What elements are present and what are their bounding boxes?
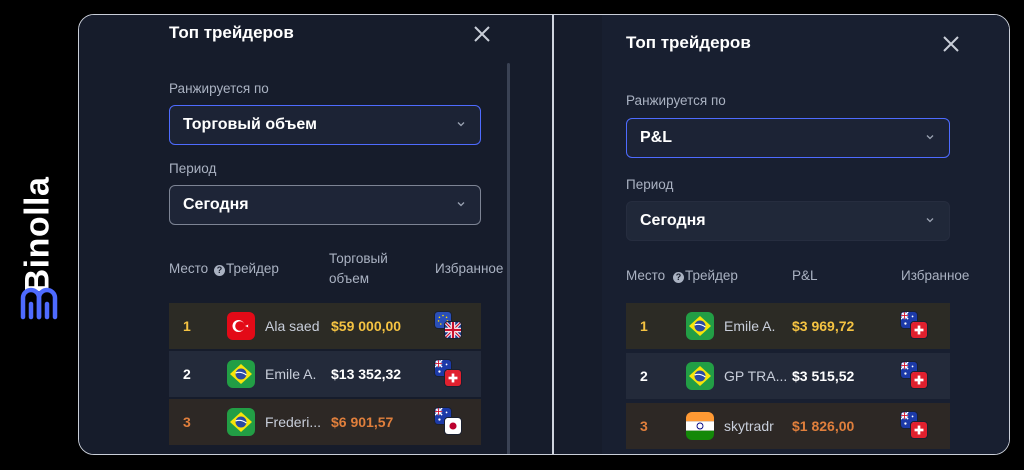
trader-name[interactable]: Emile A. [265,366,316,382]
place-number: 1 [183,318,191,334]
leaderboard-row[interactable]: 1 Emile A. $3 969,72 [626,303,950,349]
place-number: 2 [640,368,648,384]
leaderboard-row[interactable]: 3 Frederi... $6 901,57 [169,399,481,445]
period-value: Сегодня [183,196,249,213]
favorite-pair-icon[interactable] [900,361,930,391]
chevron-down-icon [925,132,935,142]
trader-value: $3 969,72 [792,318,855,334]
ranked-by-label: Ранжируется по [169,81,269,96]
place-number: 1 [640,318,648,334]
period-label: Период [169,161,217,176]
trader-value: $6 901,57 [331,414,394,430]
ch-flag-icon [910,371,928,389]
column-header-favorites: Избранное [435,261,504,276]
top-traders-panel-volume: Топ трейдеров Ранжируется по Торговый об… [79,15,552,454]
ch-flag-icon [910,321,928,339]
brand-name: Binolla [18,176,57,294]
ranked-by-label: Ранжируется по [626,93,726,108]
brazil-flag-icon [227,408,255,436]
turkey-flag-icon [227,312,255,340]
panel-title: Топ трейдеров [169,23,294,42]
trader-name[interactable]: GP TRA... [724,368,787,384]
column-header-pnl: P&L [792,268,818,283]
trader-value: $1 826,00 [792,418,855,434]
favorite-pair-icon[interactable] [900,411,930,441]
brazil-flag-icon [227,360,255,388]
trader-value: $59 000,00 [331,318,402,334]
favorite-pair-icon[interactable] [900,311,930,341]
uk-flag-icon [444,321,462,339]
ch-flag-icon [444,369,462,387]
chevron-down-icon [925,215,935,225]
favorite-pair-icon[interactable] [434,359,464,389]
help-icon[interactable]: ? [214,265,225,276]
trader-value: $3 515,52 [792,368,855,384]
brazil-flag-icon [686,312,714,340]
favorite-pair-icon[interactable] [434,407,464,437]
trader-value: $13 352,32 [331,366,402,382]
ranked-by-select[interactable]: Торговый объем [169,105,481,145]
screenshot-frame: Топ трейдеров Ранжируется по Торговый об… [78,14,1010,455]
close-icon[interactable] [471,23,493,45]
scrollbar[interactable] [507,63,510,454]
jp-flag-icon [444,417,462,435]
leaderboard-row[interactable]: 3 skytradr $1 826,00 [626,403,950,449]
close-icon[interactable] [940,33,962,55]
chevron-down-icon [456,199,466,209]
top-traders-panel-pnl: Топ трейдеров Ранжируется по P&L Период … [554,15,1009,454]
ranked-by-value: P&L [640,129,672,146]
place-number: 3 [183,414,191,430]
period-select[interactable]: Сегодня [626,201,950,241]
leaderboard-row[interactable]: 1 Ala saed $59 000,00 [169,303,481,349]
column-header-trader: ? Трейдер [673,268,738,283]
column-header-volume: Торговый объем [329,251,388,286]
period-label: Период [626,177,674,192]
column-header-place: Место [626,268,666,283]
trader-name[interactable]: Frederi... [265,414,321,430]
period-value: Сегодня [640,212,706,229]
trader-name[interactable]: Ala saed [265,318,319,334]
ranked-by-value: Торговый объем [183,116,317,133]
binolla-logo-icon [18,282,60,320]
period-select[interactable]: Сегодня [169,185,481,225]
column-header-trader: ? Трейдер [214,261,279,276]
trader-name[interactable]: skytradr [724,418,774,434]
panel-title: Топ трейдеров [626,33,751,52]
chevron-down-icon [456,119,466,129]
leaderboard-row[interactable]: 2 Emile A. $13 352,32 [169,351,481,397]
ch-flag-icon [910,421,928,439]
india-flag-icon [686,412,714,440]
favorite-pair-icon[interactable] [434,311,464,341]
leaderboard-row[interactable]: 2 GP TRA... $3 515,52 [626,353,950,399]
trader-name[interactable]: Emile A. [724,318,775,334]
place-number: 2 [183,366,191,382]
column-header-place: Место [169,261,209,276]
ranked-by-select[interactable]: P&L [626,118,950,158]
brazil-flag-icon [686,362,714,390]
column-header-favorites: Избранное [901,268,970,283]
brand: Binolla [8,140,68,330]
help-icon[interactable]: ? [673,272,684,283]
place-number: 3 [640,418,648,434]
